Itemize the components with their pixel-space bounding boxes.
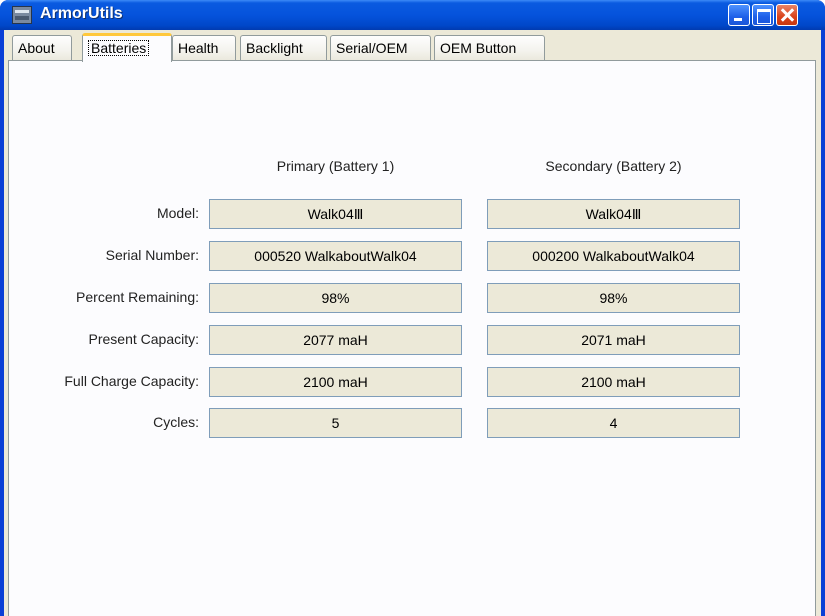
tab-label: Serial/OEM	[336, 40, 408, 56]
primary-full-charge-field: 2100 maH	[209, 367, 462, 397]
tab-health[interactable]: Health	[172, 35, 236, 60]
cycles-label: Cycles:	[153, 414, 199, 430]
model-label: Model:	[156, 205, 199, 221]
full-charge-capacity-label: Full Charge Capacity:	[64, 373, 199, 389]
window-title: ArmorUtils	[40, 5, 123, 22]
primary-serial-field: 000520 WalkaboutWalk04	[209, 241, 462, 271]
tab-oem-button[interactable]: OEM Button	[434, 35, 545, 60]
app-icon[interactable]	[12, 6, 32, 24]
serial-number-label: Serial Number:	[105, 247, 199, 263]
primary-model-field: Walk04Ⅲ	[209, 199, 462, 229]
primary-present-capacity-field: 2077 maH	[209, 325, 462, 355]
primary-percent-field: 98%	[209, 283, 462, 313]
maximize-button[interactable]	[752, 4, 774, 26]
tab-backlight[interactable]: Backlight	[240, 35, 327, 60]
secondary-model-field: Walk04Ⅲ	[487, 199, 740, 229]
tab-label: OEM Button	[440, 40, 517, 56]
tab-label: About	[18, 40, 55, 56]
app-window: ArmorUtils About Batteries Health Backli…	[0, 0, 825, 616]
present-capacity-label: Present Capacity:	[88, 331, 200, 347]
tab-label: Backlight	[246, 40, 303, 56]
secondary-cycles-field: 4	[487, 408, 740, 438]
secondary-full-charge-field: 2100 maH	[487, 367, 740, 397]
tab-serial-oem[interactable]: Serial/OEM	[330, 35, 431, 60]
secondary-percent-field: 98%	[487, 283, 740, 313]
secondary-present-capacity-field: 2071 maH	[487, 325, 740, 355]
title-bar[interactable]: ArmorUtils	[0, 0, 825, 30]
primary-cycles-field: 5	[209, 408, 462, 438]
tab-label: Health	[178, 40, 219, 56]
client-area: About Batteries Health Backlight Serial/…	[4, 30, 821, 616]
secondary-column-header: Secondary (Battery 2)	[545, 158, 682, 174]
primary-column-header: Primary (Battery 1)	[276, 158, 395, 174]
close-button[interactable]	[776, 4, 798, 26]
tab-label: Batteries	[88, 40, 150, 56]
secondary-serial-field: 000200 WalkaboutWalk04	[487, 241, 740, 271]
batteries-panel: Primary (Battery 1) Secondary (Battery 2…	[8, 60, 816, 616]
tab-about[interactable]: About	[12, 35, 72, 60]
percent-remaining-label: Percent Remaining:	[76, 289, 199, 305]
tab-batteries[interactable]: Batteries	[82, 33, 172, 62]
minimize-button[interactable]	[728, 4, 750, 26]
